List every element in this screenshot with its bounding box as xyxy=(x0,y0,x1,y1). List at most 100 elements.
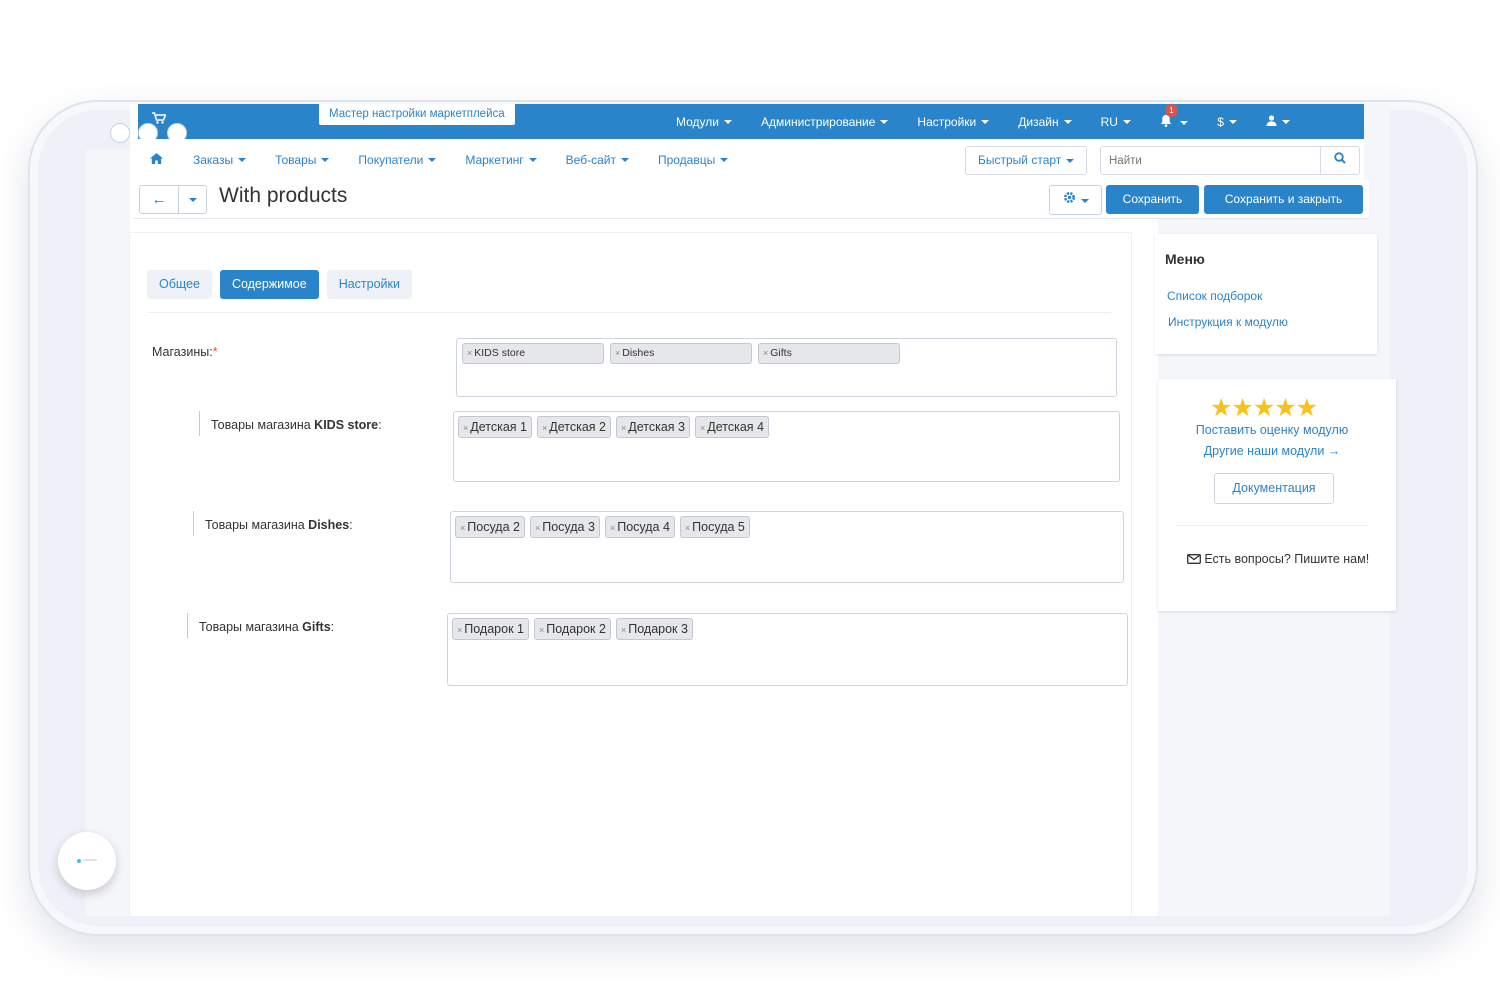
indent-line xyxy=(187,613,188,638)
search-icon[interactable] xyxy=(1320,147,1359,174)
home-icon[interactable] xyxy=(150,152,163,167)
caret-down-icon xyxy=(880,120,889,125)
nav-customers[interactable]: Покупатели xyxy=(358,153,437,167)
remove-icon[interactable]: × xyxy=(685,523,690,533)
save-and-close-button[interactable]: Сохранить и закрыть xyxy=(1204,185,1363,214)
nav-vendors[interactable]: Продавцы xyxy=(658,153,729,167)
tab-content[interactable]: Содержимое xyxy=(219,270,319,299)
product-tag[interactable]: × Детская 2 xyxy=(537,416,611,438)
remove-icon[interactable]: × xyxy=(535,523,540,533)
remove-icon[interactable]: × xyxy=(542,423,547,433)
page-header: ← With products Сохранить Сохранить и за… xyxy=(133,180,1369,219)
nav-orders[interactable]: Заказы xyxy=(193,153,247,167)
product-tag[interactable]: × Посуда 5 xyxy=(679,516,750,538)
nav-website[interactable]: Веб-сайт xyxy=(566,153,629,167)
top-menu-modules[interactable]: Модули xyxy=(676,115,732,129)
remove-icon[interactable]: × xyxy=(700,423,705,433)
tabs-divider xyxy=(147,312,1111,313)
caret-down-icon xyxy=(723,120,732,125)
top-menu-settings[interactable]: Настройки xyxy=(917,115,990,129)
user-menu-icon[interactable] xyxy=(1266,114,1290,129)
caret-down-icon xyxy=(720,158,729,163)
dot xyxy=(110,123,130,143)
rate-module-link[interactable]: Поставить оценку модулю xyxy=(1158,423,1386,437)
remove-icon[interactable]: × xyxy=(463,423,468,433)
currency-selector[interactable]: $ xyxy=(1217,115,1237,129)
arrow-left-icon[interactable]: ← xyxy=(140,186,179,213)
caret-down-icon xyxy=(1063,120,1072,125)
product-tag[interactable]: × Подарок 2 xyxy=(533,618,611,640)
tabs: Общее Содержимое Настройки xyxy=(147,270,420,299)
marketplace-wizard-button[interactable]: Мастер настройки маркетплейса xyxy=(318,104,516,126)
language-selector[interactable]: RU xyxy=(1101,115,1131,129)
contact-link[interactable]: Есть вопросы? Пишите нам! xyxy=(1178,549,1378,570)
store-tag[interactable]: × Gifts xyxy=(758,343,900,364)
remove-icon[interactable]: × xyxy=(621,625,626,635)
quick-start-button[interactable]: Быстрый старт xyxy=(965,146,1088,175)
sidebar-menu-title: Меню xyxy=(1165,251,1205,267)
store-tag[interactable]: × KIDS store xyxy=(462,343,604,364)
search-input[interactable] xyxy=(1101,147,1327,174)
logo-dot-icon xyxy=(77,859,81,863)
module-instructions-link[interactable]: Инструкция к модулю xyxy=(1168,315,1288,329)
product-tag[interactable]: × Детская 4 xyxy=(695,416,769,438)
remove-icon[interactable]: × xyxy=(610,523,615,533)
sidebar-menu-card: Меню Список подборок Инструкция к модулю xyxy=(1155,234,1377,354)
chevron-down-icon[interactable] xyxy=(179,186,206,213)
remove-icon[interactable]: × xyxy=(467,348,472,358)
remove-icon[interactable]: × xyxy=(539,625,544,635)
caret-down-icon xyxy=(981,120,990,125)
top-menu-administration[interactable]: Администрирование xyxy=(761,115,889,129)
save-button[interactable]: Сохранить xyxy=(1106,185,1199,214)
page-title: With products xyxy=(219,184,348,207)
product-tag[interactable]: × Детская 1 xyxy=(458,416,532,438)
back-button-group: ← xyxy=(139,185,207,214)
notification-badge: 1 xyxy=(1164,103,1178,117)
top-menu: Модули Администрирование Настройки Дизай… xyxy=(676,103,1319,139)
remove-icon[interactable]: × xyxy=(763,348,768,358)
search-box xyxy=(1100,146,1360,175)
product-tag[interactable]: × Посуда 2 xyxy=(455,516,525,538)
gear-icon[interactable] xyxy=(1049,185,1102,215)
remove-icon[interactable]: × xyxy=(615,348,620,358)
other-modules-link[interactable]: Другие наши модули → xyxy=(1158,444,1386,458)
nav-marketing[interactable]: Маркетинг xyxy=(465,153,537,167)
product-tag[interactable]: × Посуда 4 xyxy=(604,516,675,538)
tab-general[interactable]: Общее xyxy=(147,270,212,299)
logo-text-mark xyxy=(83,859,97,861)
rating-card: ★★★★★ Поставить оценку модулю Другие наш… xyxy=(1158,379,1396,611)
product-tag[interactable]: × Подарок 3 xyxy=(615,618,693,640)
notifications-bell-icon[interactable]: 1 xyxy=(1160,103,1189,130)
caret-down-icon xyxy=(1066,158,1075,163)
caret-down-icon xyxy=(1281,120,1290,125)
main-content: Общее Содержимое Настройки Магазины:* × K… xyxy=(130,233,1131,916)
product-tag[interactable]: × Подарок 1 xyxy=(452,618,529,640)
main-navbar: Заказы Товары Покупатели Маркетинг Веб-с… xyxy=(138,139,1364,180)
remove-icon[interactable]: × xyxy=(457,625,462,635)
nav-products[interactable]: Товары xyxy=(275,153,330,167)
store-products-label: Товары магазина Dishes: xyxy=(205,518,353,532)
tab-settings[interactable]: Настройки xyxy=(326,270,412,299)
dishes-products-multiselect[interactable]: × Посуда 2 × Посуда 3 × Посуда 4 × Посуда 5 xyxy=(450,511,1124,583)
collections-list-link[interactable]: Список подборок xyxy=(1167,289,1262,303)
gifts-products-multiselect[interactable]: × Подарок 1 × Подарок 2 × Подарок 3 xyxy=(447,613,1128,686)
store-tag[interactable]: × Dishes xyxy=(610,343,752,364)
stores-multiselect[interactable]: × KIDS store × Dishes × Gifts xyxy=(456,338,1117,397)
sidebar-divider xyxy=(1175,525,1369,526)
top-menu-design[interactable]: Дизайн xyxy=(1018,115,1072,129)
stores-label: Магазины:* xyxy=(152,345,218,359)
remove-icon[interactable]: × xyxy=(621,423,626,433)
product-tag[interactable]: × Детская 3 xyxy=(616,416,690,438)
floating-help-button[interactable] xyxy=(58,832,116,890)
documentation-button[interactable]: Документация xyxy=(1214,473,1334,504)
caret-down-icon xyxy=(1122,120,1131,125)
store-products-label: Товары магазина Gifts: xyxy=(199,620,335,634)
indent-line xyxy=(199,411,200,436)
rating-stars-icon[interactable]: ★★★★★ xyxy=(1210,393,1318,423)
product-tag[interactable]: × Посуда 3 xyxy=(529,516,600,538)
remove-icon[interactable]: × xyxy=(460,523,465,533)
kids-store-products-multiselect[interactable]: × Детская 1 × Детская 2 × Детская 3 × Детска… xyxy=(453,411,1120,482)
envelope-icon xyxy=(1186,552,1204,566)
caret-down-icon xyxy=(321,158,330,163)
caret-down-icon xyxy=(1228,120,1237,125)
